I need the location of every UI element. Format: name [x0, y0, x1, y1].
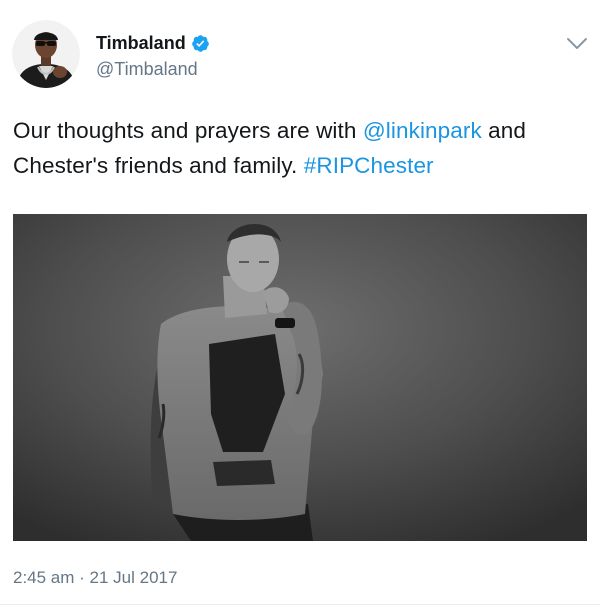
author-avatar[interactable] [12, 20, 80, 88]
tweet-card: Timbaland @Timbaland Our thoughts and pr… [0, 0, 600, 605]
tweet-text: Our thoughts and prayers are with @linki… [13, 113, 583, 183]
author-display-name[interactable]: Timbaland [96, 33, 186, 54]
chevron-down-icon[interactable] [566, 36, 588, 52]
verified-badge-icon [191, 34, 210, 53]
tweet-text-part: Our thoughts and prayers are with [13, 118, 363, 143]
name-row: Timbaland [96, 32, 210, 54]
author-info: Timbaland @Timbaland [96, 32, 210, 80]
portrait-photo [13, 214, 587, 541]
tweet-timestamp[interactable]: 2:45 am · 21 Jul 2017 [13, 568, 177, 588]
mention-link[interactable]: @linkinpark [363, 118, 482, 143]
tweet-photo[interactable] [13, 214, 587, 541]
avatar-image [12, 20, 80, 88]
hashtag-link[interactable]: #RIPChester [304, 153, 434, 178]
author-handle[interactable]: @Timbaland [96, 59, 210, 80]
